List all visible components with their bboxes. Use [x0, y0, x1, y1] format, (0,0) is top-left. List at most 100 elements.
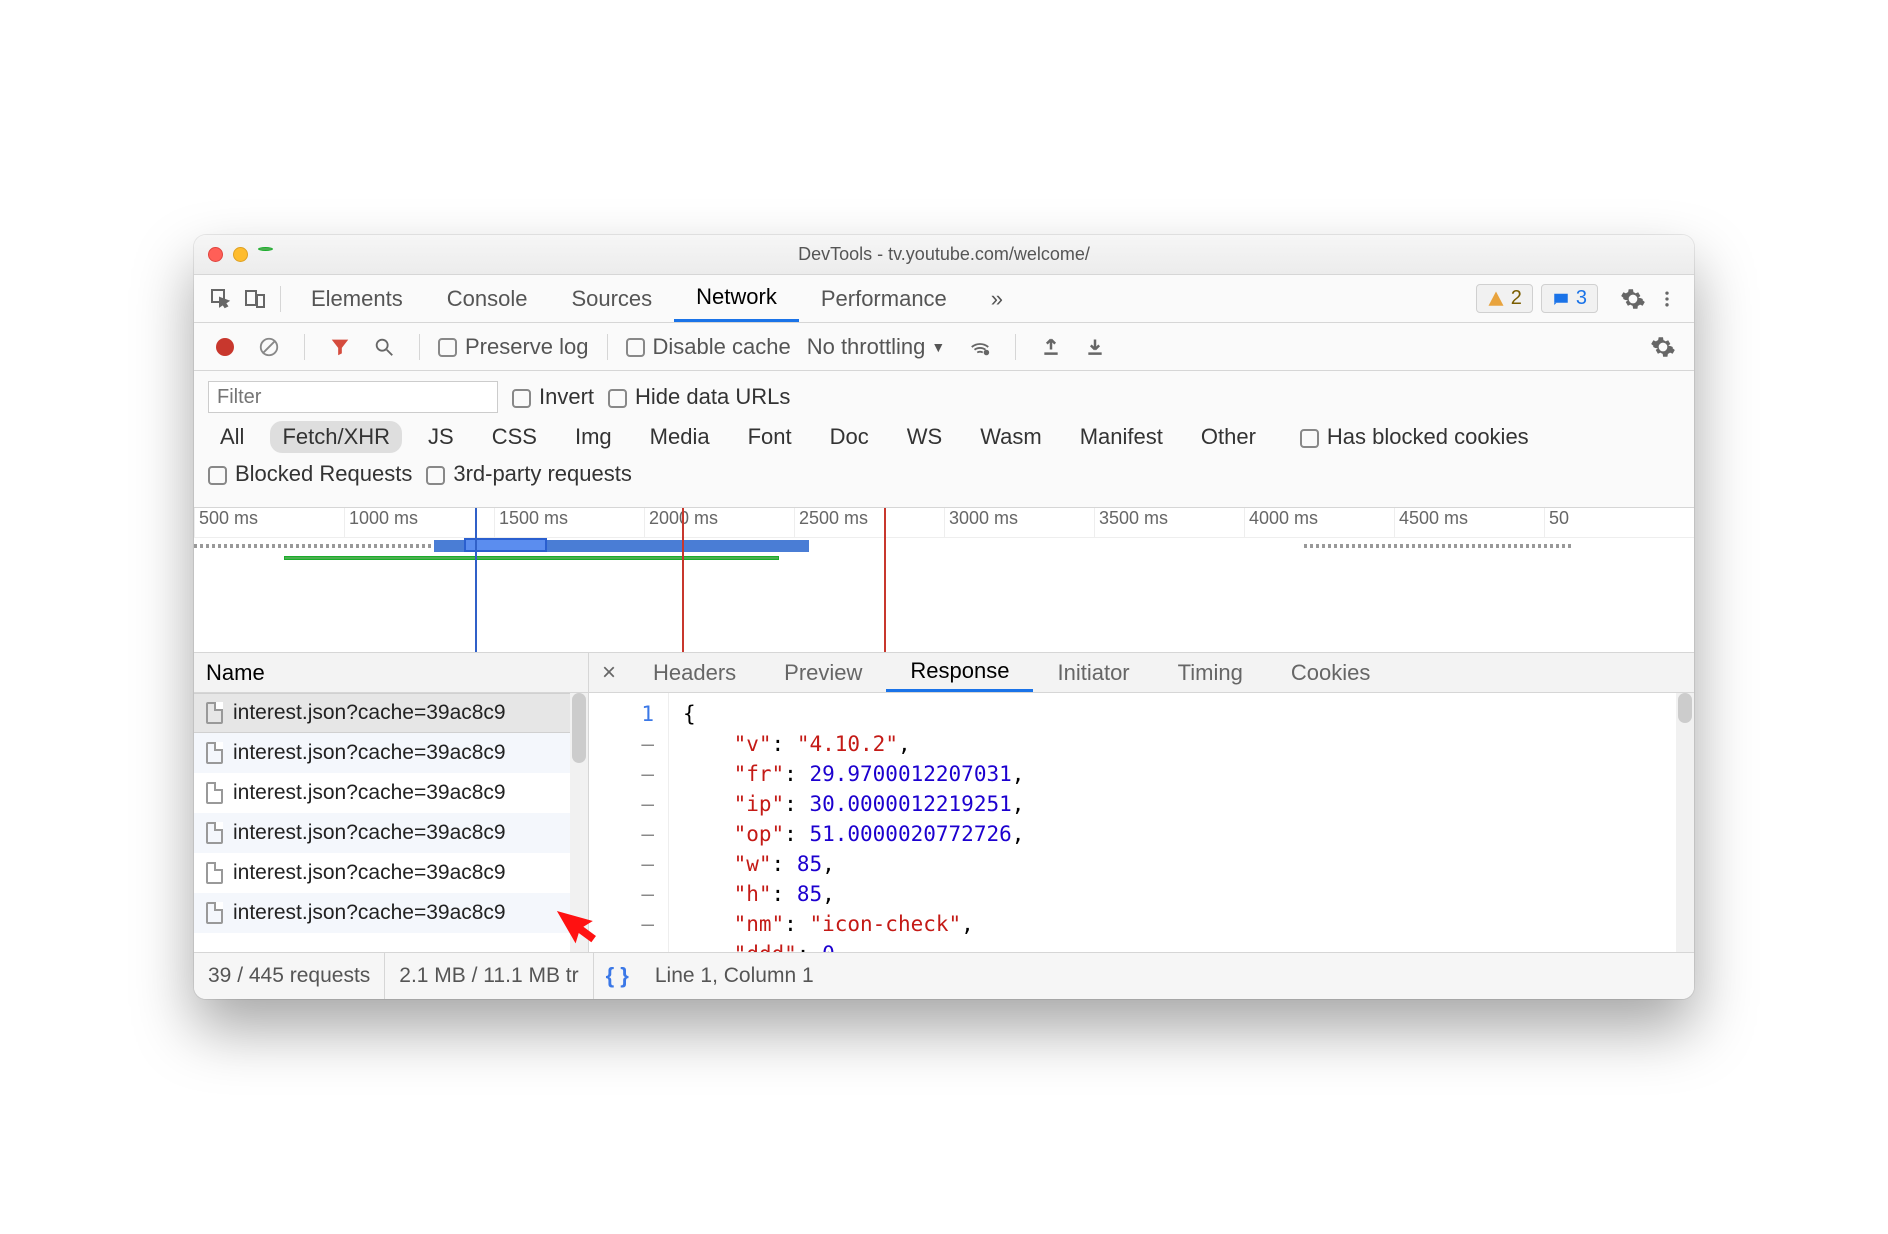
- preserve-log-checkbox[interactable]: Preserve log: [438, 334, 589, 360]
- network-split: Name interest.json?cache=39ac8c9interest…: [194, 653, 1694, 953]
- zoom-window-button[interactable]: [258, 247, 273, 251]
- filter-type-manifest[interactable]: Manifest: [1068, 421, 1175, 453]
- filter-input[interactable]: [208, 381, 498, 413]
- more-icon[interactable]: [1650, 282, 1684, 316]
- file-icon: [206, 862, 223, 884]
- response-body: { "v": "4.10.2", "fr": 29.9700012207031,…: [669, 693, 1694, 952]
- request-row[interactable]: interest.json?cache=39ac8c9: [194, 813, 588, 853]
- request-name: interest.json?cache=39ac8c9: [233, 781, 506, 805]
- request-name: interest.json?cache=39ac8c9: [233, 701, 506, 725]
- detail-tab-cookies[interactable]: Cookies: [1267, 653, 1394, 692]
- request-row[interactable]: interest.json?cache=39ac8c9: [194, 773, 588, 813]
- network-conditions-icon[interactable]: [963, 330, 997, 364]
- filter-type-ws[interactable]: WS: [895, 421, 954, 453]
- request-list-panel: Name interest.json?cache=39ac8c9interest…: [194, 653, 589, 952]
- filter-type-img[interactable]: Img: [563, 421, 624, 453]
- filter-type-other[interactable]: Other: [1189, 421, 1268, 453]
- third-party-checkbox[interactable]: 3rd-party requests: [426, 461, 632, 487]
- tab-sources[interactable]: Sources: [549, 275, 674, 322]
- overview-timeline[interactable]: 500 ms1000 ms1500 ms2000 ms2500 ms3000 m…: [194, 508, 1694, 653]
- timeline-tick: 1500 ms: [494, 508, 644, 537]
- pretty-print-button[interactable]: { }: [594, 963, 641, 989]
- request-name: interest.json?cache=39ac8c9: [233, 821, 506, 845]
- import-har-icon[interactable]: [1034, 330, 1068, 364]
- disable-cache-checkbox[interactable]: Disable cache: [626, 334, 791, 360]
- settings-icon[interactable]: [1616, 282, 1650, 316]
- divider: [280, 286, 281, 312]
- transfer-size: 2.1 MB / 11.1 MB tr: [385, 953, 593, 999]
- timeline-tick: 4000 ms: [1244, 508, 1394, 537]
- traffic-lights: [208, 247, 273, 262]
- main-tabs: ElementsConsoleSourcesNetworkPerformance…: [194, 275, 1694, 323]
- filter-type-font[interactable]: Font: [736, 421, 804, 453]
- device-toolbar-icon[interactable]: [238, 282, 272, 316]
- detail-tab-timing[interactable]: Timing: [1154, 653, 1267, 692]
- tab-network[interactable]: Network: [674, 275, 799, 322]
- message-icon: [1552, 290, 1570, 308]
- tab-console[interactable]: Console: [425, 275, 550, 322]
- overflow-tabs[interactable]: »: [969, 275, 1025, 322]
- timeline-tick: 2500 ms: [794, 508, 944, 537]
- devtools-window: DevTools - tv.youtube.com/welcome/ Eleme…: [194, 235, 1694, 999]
- network-settings-icon[interactable]: [1646, 330, 1680, 364]
- filter-type-doc[interactable]: Doc: [818, 421, 881, 453]
- detail-tab-preview[interactable]: Preview: [760, 653, 886, 692]
- file-icon: [206, 742, 223, 764]
- title-bar: DevTools - tv.youtube.com/welcome/: [194, 235, 1694, 275]
- warnings-badge[interactable]: 2: [1476, 284, 1533, 313]
- request-row[interactable]: interest.json?cache=39ac8c9: [194, 693, 588, 733]
- request-details-panel: × HeadersPreviewResponseInitiatorTimingC…: [589, 653, 1694, 952]
- timeline-tick: 3000 ms: [944, 508, 1094, 537]
- timeline-tick: 2000 ms: [644, 508, 794, 537]
- status-bar: 39 / 445 requests 2.1 MB / 11.1 MB tr { …: [194, 953, 1694, 999]
- close-window-button[interactable]: [208, 247, 223, 262]
- filter-type-all[interactable]: All: [208, 421, 256, 453]
- messages-badge[interactable]: 3: [1541, 284, 1598, 313]
- timeline-tick: 4500 ms: [1394, 508, 1544, 537]
- request-name: interest.json?cache=39ac8c9: [233, 741, 506, 765]
- tab-elements[interactable]: Elements: [289, 275, 425, 322]
- request-name: interest.json?cache=39ac8c9: [233, 901, 506, 925]
- filter-icon[interactable]: [323, 330, 357, 364]
- network-toolbar: Preserve log Disable cache No throttling…: [194, 323, 1694, 371]
- search-icon[interactable]: [367, 330, 401, 364]
- file-icon: [206, 822, 223, 844]
- request-row[interactable]: interest.json?cache=39ac8c9: [194, 733, 588, 773]
- detail-tab-initiator[interactable]: Initiator: [1033, 653, 1153, 692]
- timeline-tick: 1000 ms: [344, 508, 494, 537]
- timeline-tick: 500 ms: [194, 508, 344, 537]
- warning-icon: [1487, 290, 1505, 308]
- scrollbar[interactable]: [1676, 693, 1694, 952]
- response-viewer[interactable]: 1–––––––– { "v": "4.10.2", "fr": 29.9700…: [589, 693, 1694, 952]
- record-button[interactable]: [208, 330, 242, 364]
- export-har-icon[interactable]: [1078, 330, 1112, 364]
- filter-type-css[interactable]: CSS: [480, 421, 549, 453]
- filter-bar: Invert Hide data URLs All Fetch/XHR JS CSS I…: [194, 371, 1694, 508]
- request-row[interactable]: interest.json?cache=39ac8c9: [194, 853, 588, 893]
- invert-checkbox[interactable]: Invert: [512, 384, 594, 410]
- minimize-window-button[interactable]: [233, 247, 248, 262]
- hide-data-urls-checkbox[interactable]: Hide data URLs: [608, 384, 790, 410]
- window-title: DevTools - tv.youtube.com/welcome/: [208, 244, 1680, 265]
- tab-performance[interactable]: Performance: [799, 275, 969, 322]
- detail-tab-response[interactable]: Response: [886, 653, 1033, 692]
- request-list[interactable]: interest.json?cache=39ac8c9 interest.json…: [194, 693, 588, 952]
- throttling-select[interactable]: No throttling▼: [807, 334, 945, 360]
- request-row[interactable]: interest.json?cache=39ac8c9: [194, 893, 588, 933]
- filter-type-media[interactable]: Media: [638, 421, 722, 453]
- detail-tab-headers[interactable]: Headers: [629, 653, 760, 692]
- cursor-position: Line 1, Column 1: [641, 964, 814, 988]
- name-column-header[interactable]: Name: [194, 653, 588, 693]
- filter-type-wasm[interactable]: Wasm: [968, 421, 1054, 453]
- blocked-requests-checkbox[interactable]: Blocked Requests: [208, 461, 412, 487]
- has-blocked-cookies-checkbox[interactable]: Has blocked cookies: [1300, 424, 1529, 450]
- close-icon[interactable]: ×: [589, 659, 629, 687]
- request-name: interest.json?cache=39ac8c9: [233, 861, 506, 885]
- timeline-tick: 50: [1544, 508, 1694, 537]
- request-count: 39 / 445 requests: [194, 953, 385, 999]
- filter-type-fetch-xhr[interactable]: Fetch/XHR: [270, 421, 402, 453]
- filter-type-js[interactable]: JS: [416, 421, 466, 453]
- file-icon: [206, 782, 223, 804]
- clear-button[interactable]: [252, 330, 286, 364]
- inspect-element-icon[interactable]: [204, 282, 238, 316]
